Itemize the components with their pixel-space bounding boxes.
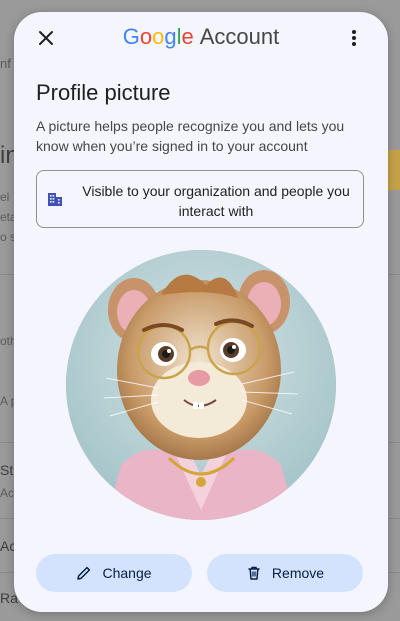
background-text: St xyxy=(0,462,14,478)
brand-letter: G xyxy=(122,24,140,49)
brand-letter: o xyxy=(139,24,153,49)
dialog-header: Google Account xyxy=(14,12,388,64)
profile-picture xyxy=(66,250,336,520)
domain-icon xyxy=(48,193,62,206)
brand-suffix: Account xyxy=(199,24,280,49)
background-text: nf xyxy=(0,56,11,71)
pencil-icon xyxy=(77,566,91,580)
more-options-button[interactable] xyxy=(342,26,366,50)
remove-label: Remove xyxy=(271,565,325,581)
profile-photo-image xyxy=(66,250,336,520)
dialog-title: Profile picture xyxy=(36,80,171,105)
remove-button[interactable]: Remove xyxy=(207,554,363,592)
brand-letter: e xyxy=(181,24,194,49)
dialog-description: A picture helps people recognize you and… xyxy=(36,118,345,154)
visibility-notice: Visible to your organization and people … xyxy=(36,170,364,228)
background-text: Ac xyxy=(0,486,15,500)
profile-picture-dialog: Google Account Profile picture A picture … xyxy=(14,12,388,612)
visibility-text: Visible to your organization and people … xyxy=(82,183,350,219)
brand-letter: g xyxy=(164,24,177,49)
more-vert-icon xyxy=(352,30,356,46)
trash-icon xyxy=(248,566,260,580)
change-label: Change xyxy=(102,565,152,581)
background-text: el xyxy=(0,190,10,204)
google-account-logo: Google Account xyxy=(14,24,388,50)
change-button[interactable]: Change xyxy=(36,554,192,592)
brand-letter: o xyxy=(152,24,165,49)
